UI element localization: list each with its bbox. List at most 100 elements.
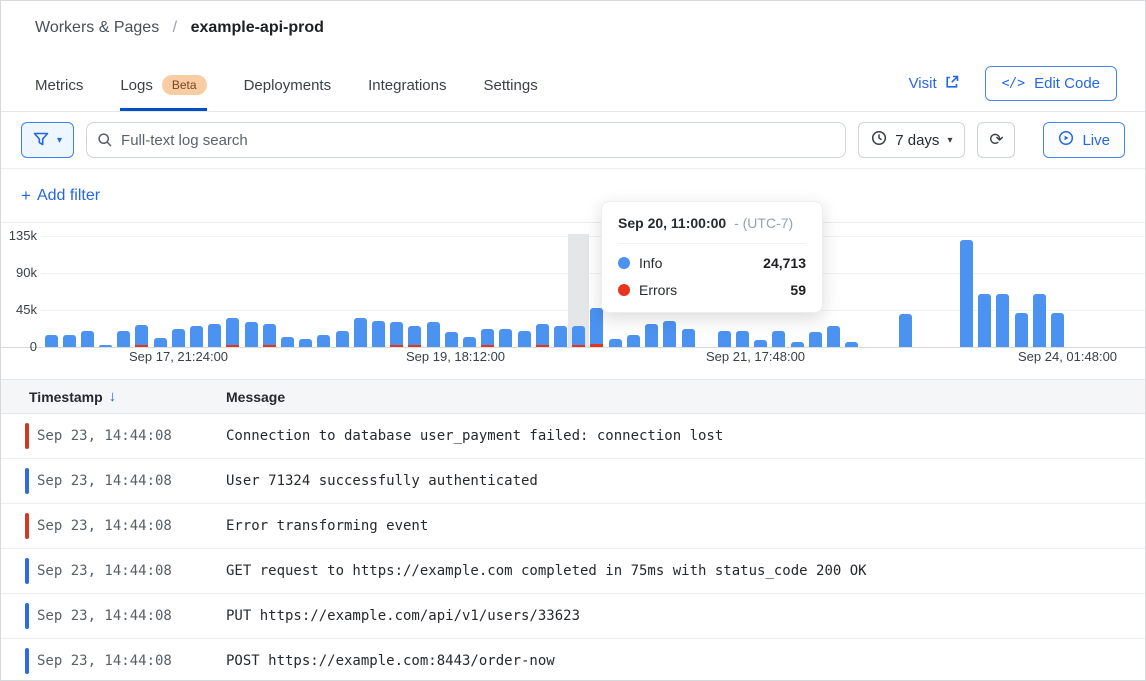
tab-label: Deployments xyxy=(244,77,332,94)
chart-bar-error-segment xyxy=(481,345,494,347)
chart-bar[interactable] xyxy=(299,339,312,347)
log-row[interactable]: Sep 23, 14:44:08 Connection to database … xyxy=(1,414,1145,459)
chart-bar[interactable] xyxy=(172,329,185,347)
filter-dropdown-button[interactable]: ▾ xyxy=(21,122,74,158)
log-rows: Sep 23, 14:44:08 Connection to database … xyxy=(1,414,1145,681)
x-axis-tick-label: Sep 17, 21:24:00 xyxy=(129,349,228,364)
message-column-header[interactable]: Message xyxy=(226,389,285,405)
x-axis-tick-label: Sep 21, 17:48:00 xyxy=(706,349,805,364)
tab-settings[interactable]: Settings xyxy=(484,75,538,111)
refresh-button[interactable]: ⟳ xyxy=(977,122,1015,158)
chart-bar[interactable] xyxy=(960,240,973,347)
log-row[interactable]: Sep 23, 14:44:08 GET request to https://… xyxy=(1,549,1145,594)
chart-bar[interactable] xyxy=(245,322,258,347)
log-level-indicator xyxy=(25,648,29,674)
chart-bar[interactable] xyxy=(845,342,858,347)
chart-bar[interactable] xyxy=(518,331,531,347)
chart-bar[interactable] xyxy=(445,332,458,347)
log-table: Timestamp ↓ Message Sep 23, 14:44:08 Con… xyxy=(1,379,1145,681)
chart-bar[interactable] xyxy=(408,326,421,347)
chart-bar[interactable] xyxy=(996,294,1009,347)
chart-bar[interactable] xyxy=(390,322,403,347)
chart-bar[interactable] xyxy=(645,324,658,347)
workers-logs-page: Workers & Pages / example-api-prod Metri… xyxy=(0,0,1146,681)
chart-bar[interactable] xyxy=(772,331,785,347)
chart-bar[interactable] xyxy=(117,331,130,347)
chart-bar[interactable] xyxy=(791,342,804,347)
chart-bar[interactable] xyxy=(1051,313,1064,347)
chart-bar[interactable] xyxy=(499,329,512,347)
chart-bar[interactable] xyxy=(663,321,676,347)
chart-bar[interactable] xyxy=(45,335,58,347)
chart-bar[interactable] xyxy=(978,294,991,347)
chart-bar[interactable] xyxy=(263,324,276,347)
chart-bar[interactable] xyxy=(682,329,695,347)
chart-bar[interactable] xyxy=(427,322,440,347)
chart-bar[interactable] xyxy=(572,326,585,347)
live-button[interactable]: Live xyxy=(1043,122,1125,158)
chart-bar[interactable] xyxy=(135,325,148,347)
chart-bar[interactable] xyxy=(281,337,294,347)
tooltip-row-info: Info24,713 xyxy=(618,255,806,271)
chart-bar[interactable] xyxy=(1015,313,1028,347)
tab-label: Logs xyxy=(120,77,153,94)
chart-bar[interactable] xyxy=(554,326,567,347)
edit-code-button[interactable]: </> Edit Code xyxy=(985,66,1117,101)
chart-gridline xyxy=(41,236,1145,237)
tab-logs[interactable]: Logs Beta xyxy=(120,75,206,111)
chart-bar[interactable] xyxy=(590,308,603,347)
log-timestamp: Sep 23, 14:44:08 xyxy=(37,653,226,669)
chart-bar[interactable] xyxy=(354,318,367,347)
log-row[interactable]: Sep 23, 14:44:08 User 71324 successfully… xyxy=(1,459,1145,504)
chart-bar[interactable] xyxy=(226,318,239,347)
log-timestamp: Sep 23, 14:44:08 xyxy=(37,563,226,579)
breadcrumb-separator: / xyxy=(173,19,177,36)
external-link-icon xyxy=(945,75,959,93)
time-range-dropdown[interactable]: 7 days ▾ xyxy=(858,122,965,158)
chart-bar[interactable] xyxy=(317,335,330,347)
chart-bar[interactable] xyxy=(536,324,549,347)
tooltip-time: Sep 20, 11:00:00 xyxy=(618,215,726,231)
log-level-indicator xyxy=(25,603,29,629)
log-table-header: Timestamp ↓ Message xyxy=(1,379,1145,414)
chart-bar[interactable] xyxy=(463,337,476,347)
chart-bar[interactable] xyxy=(372,321,385,347)
chart-bar[interactable] xyxy=(809,332,822,347)
tooltip-series-label: Errors xyxy=(639,282,677,298)
chart-bar[interactable] xyxy=(81,331,94,347)
tab-deployments[interactable]: Deployments xyxy=(244,75,332,111)
tab-metrics[interactable]: Metrics xyxy=(35,75,83,111)
visit-link[interactable]: Visit xyxy=(909,75,959,93)
legend-dot-icon xyxy=(618,257,630,269)
tooltip-row-errors: Errors59 xyxy=(618,282,806,298)
add-filter-button[interactable]: + Add filter xyxy=(21,186,100,206)
breadcrumb-parent[interactable]: Workers & Pages xyxy=(35,19,159,36)
log-row[interactable]: Sep 23, 14:44:08 PUT https://example.com… xyxy=(1,594,1145,639)
search-input[interactable] xyxy=(86,122,846,158)
chart-bar[interactable] xyxy=(754,340,767,347)
chart-bar[interactable] xyxy=(481,329,494,347)
timestamp-column-header[interactable]: Timestamp ↓ xyxy=(29,388,226,405)
chart-bar[interactable] xyxy=(609,339,622,347)
chart-bar-error-segment xyxy=(590,344,603,347)
chart-bar[interactable] xyxy=(63,335,76,347)
log-timestamp: Sep 23, 14:44:08 xyxy=(37,518,226,534)
chart-bar[interactable] xyxy=(336,331,349,347)
chart-bar[interactable] xyxy=(718,331,731,347)
chart-bar[interactable] xyxy=(208,324,221,347)
chart-bar[interactable] xyxy=(1033,294,1046,347)
chart-bar[interactable] xyxy=(154,338,167,347)
add-filter-label: Add filter xyxy=(37,187,100,205)
chart-bar[interactable] xyxy=(99,345,112,347)
chart-bar[interactable] xyxy=(899,314,912,347)
log-row[interactable]: Sep 23, 14:44:08 Error transforming even… xyxy=(1,504,1145,549)
breadcrumb-current: example-api-prod xyxy=(191,19,324,36)
chart-bar[interactable] xyxy=(827,326,840,347)
chart-bar[interactable] xyxy=(736,331,749,347)
log-level-indicator xyxy=(25,513,29,539)
code-icon: </> xyxy=(1002,76,1025,91)
chart-bar[interactable] xyxy=(190,326,203,347)
chart-bar[interactable] xyxy=(627,335,640,347)
tab-integrations[interactable]: Integrations xyxy=(368,75,446,111)
log-row[interactable]: Sep 23, 14:44:08 POST https://example.co… xyxy=(1,639,1145,681)
